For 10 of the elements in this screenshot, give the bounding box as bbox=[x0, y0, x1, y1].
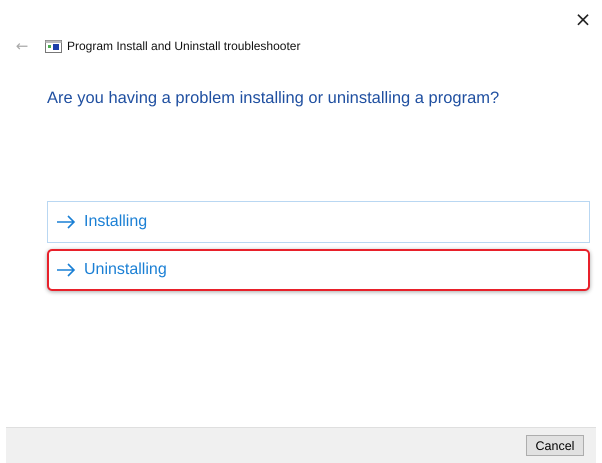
close-button[interactable]: × bbox=[568, 4, 598, 34]
arrow-icon bbox=[56, 215, 76, 229]
cancel-button[interactable]: Cancel bbox=[526, 435, 584, 456]
window-title: Program Install and Uninstall troubleshooter bbox=[67, 39, 300, 53]
option-link[interactable]: Installing bbox=[47, 201, 590, 243]
option-link[interactable]: Uninstalling bbox=[47, 249, 590, 291]
question-heading: Are you having a problem installing or uninstalling a program? bbox=[47, 89, 500, 108]
back-button[interactable]: ← bbox=[12, 37, 32, 55]
window-icon bbox=[45, 40, 62, 52]
arrow-icon bbox=[56, 263, 76, 277]
